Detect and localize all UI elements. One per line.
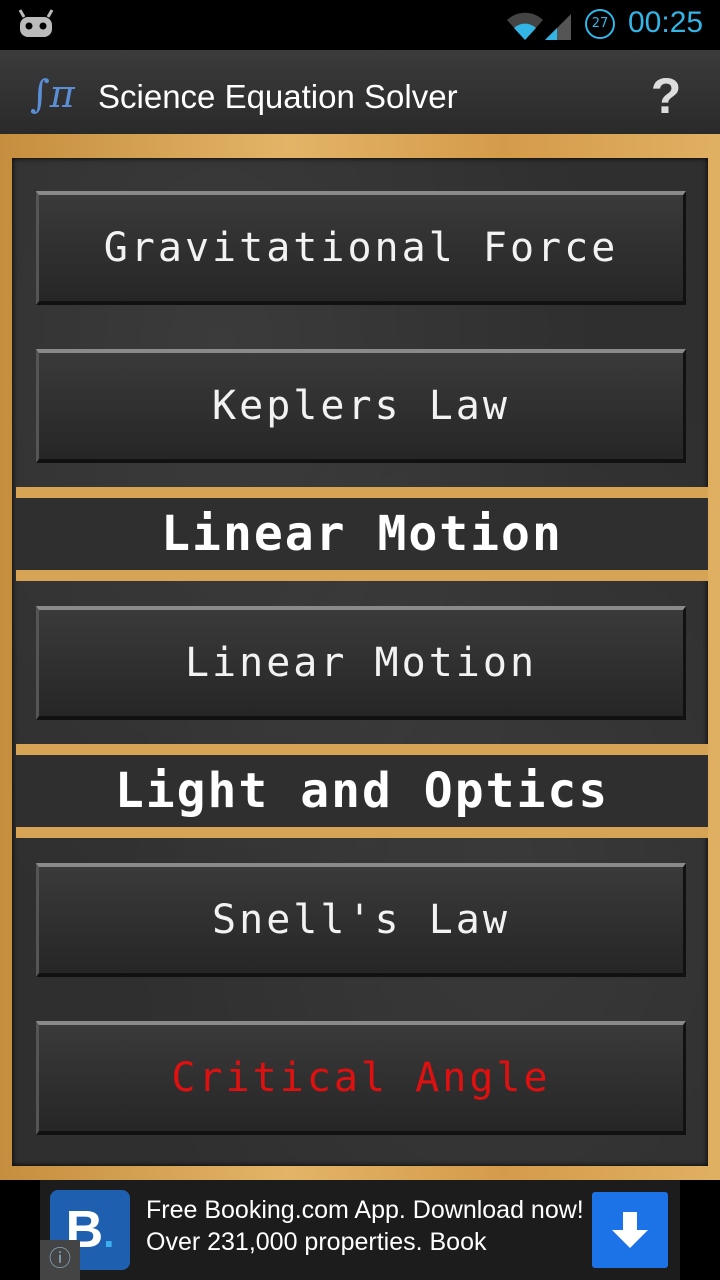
cell-signal-icon xyxy=(545,14,571,40)
status-bar: 27 00:25 xyxy=(0,0,720,50)
android-robot-icon xyxy=(18,9,54,37)
snells-law-button[interactable]: Snell's Law xyxy=(36,863,686,977)
gravitational-force-button[interactable]: Gravitational Force xyxy=(36,191,686,305)
section-header-linear-motion: Linear Motion xyxy=(16,487,708,581)
help-button[interactable]: ? xyxy=(648,68,684,124)
notification-badge: 27 xyxy=(585,9,615,39)
wifi-icon xyxy=(507,12,543,40)
ad-banner[interactable]: B. Free Booking.com App. Download now! O… xyxy=(40,1180,680,1280)
download-button[interactable] xyxy=(592,1192,668,1268)
app-logo-icon: ∫π xyxy=(30,72,75,116)
download-arrow-icon xyxy=(612,1212,648,1248)
ad-text: Free Booking.com App. Download now! Over… xyxy=(146,1196,584,1256)
section-header-light-optics: Light and Optics xyxy=(16,744,708,838)
linear-motion-button[interactable]: Linear Motion xyxy=(36,606,686,720)
app-title: Science Equation Solver xyxy=(98,78,458,115)
info-icon[interactable]: ⓘ xyxy=(40,1240,80,1280)
clock: 00:25 xyxy=(628,6,704,39)
critical-angle-button[interactable]: Critical Angle xyxy=(36,1021,686,1135)
keplers-law-button[interactable]: Keplers Law xyxy=(36,349,686,463)
